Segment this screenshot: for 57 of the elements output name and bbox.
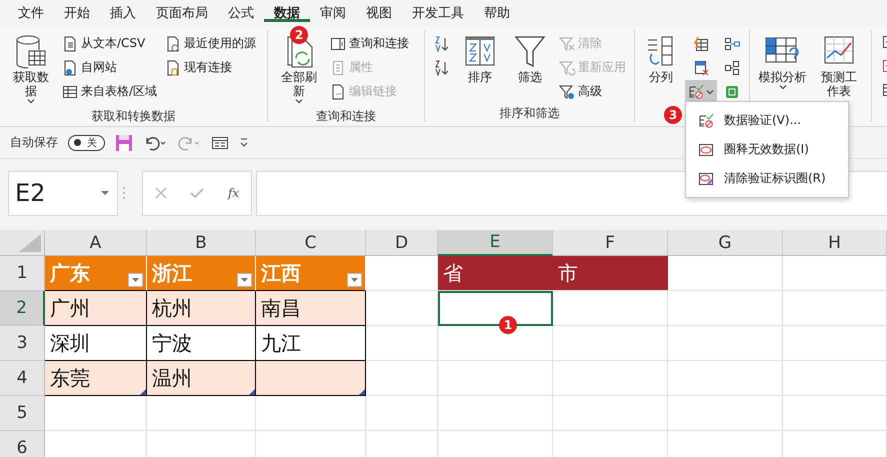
ribbon-tab[interactable]: 审阅 — [310, 0, 356, 22]
header-cell: 广东 — [45, 256, 147, 291]
header-cell: 江西 — [256, 256, 366, 291]
table-cell: 杭州 — [147, 291, 256, 326]
ribbon-button[interactable]: 最近使用的源 — [163, 32, 258, 55]
row-header[interactable]: 3 — [0, 326, 45, 361]
ribbon-tab[interactable]: 数据 — [264, 0, 310, 22]
row-header[interactable]: 4 — [0, 361, 45, 396]
table-cell: 深圳 — [45, 326, 147, 361]
insert-function-button[interactable]: fx — [228, 186, 240, 200]
table-cell: 九江 — [256, 326, 366, 361]
column-header[interactable]: H — [783, 230, 887, 256]
menu-item[interactable]: 圈释无效数据(I) — [686, 135, 848, 164]
table-cell: 广州 — [45, 291, 147, 326]
header-cell: 浙江 — [147, 256, 256, 291]
group-label: 排序和筛选 — [500, 105, 560, 122]
column-header[interactable]: F — [553, 230, 668, 256]
column-header[interactable]: A — [45, 230, 147, 256]
table-cell: 南昌 — [256, 291, 366, 326]
menu-item[interactable]: 数据验证(V)... — [686, 106, 848, 135]
group-label: 获取和转换数据 — [92, 108, 176, 125]
ribbon-button[interactable]: 获取数据 — [6, 32, 56, 106]
ribbon-tab[interactable]: 帮助 — [474, 0, 520, 22]
ribbon-button[interactable]: 排序 — [457, 32, 503, 103]
name-box[interactable]: E2 — [8, 170, 118, 216]
ribbon-button[interactable]: 来自表格/区域 — [60, 80, 160, 103]
row-header[interactable]: 1 — [0, 256, 45, 291]
header-cell: 市 — [553, 256, 668, 291]
autosave-label: 自动保存 — [10, 134, 58, 151]
column-header[interactable]: E — [438, 230, 553, 256]
ribbon-button[interactable]: 从文本/CSV — [60, 32, 160, 55]
ribbon-tab[interactable]: 公式 — [218, 0, 264, 22]
ribbon-tab[interactable]: 插入 — [100, 0, 146, 22]
autosave-toggle[interactable]: 关 — [68, 134, 105, 150]
menu-item[interactable]: 清除验证标识圈(R) — [686, 164, 848, 193]
column-header[interactable]: C — [256, 230, 366, 256]
ribbon-tab[interactable]: 文件 — [8, 0, 54, 22]
row-header[interactable]: 2 — [0, 291, 45, 326]
column-header[interactable]: B — [147, 230, 256, 256]
ribbon-tab[interactable]: 开发工具 — [402, 0, 474, 22]
ribbon-tab[interactable]: 开始 — [54, 0, 100, 22]
header-cell: 省 — [438, 256, 553, 291]
ribbon-button[interactable]: 筛选 — [507, 32, 553, 103]
column-header[interactable]: G — [668, 230, 783, 256]
table-cell: 宁波 — [147, 326, 256, 361]
column-header[interactable]: D — [366, 230, 438, 256]
table-cell: 温州 — [147, 361, 256, 396]
ribbon-button[interactable]: 现有连接 — [163, 56, 258, 79]
row-header[interactable]: 5 — [0, 396, 45, 431]
ribbon-tab[interactable]: 视图 — [356, 0, 402, 22]
ribbon-button[interactable]: 自网站 — [60, 56, 160, 79]
ribbon-button[interactable]: 查询和连接 — [328, 32, 411, 55]
ribbon-tab[interactable]: 页面布局 — [146, 0, 218, 22]
row-header[interactable]: 6 — [0, 431, 45, 457]
group-label: 查询和连接 — [316, 108, 376, 125]
table-cell: 东莞 — [45, 361, 147, 396]
ribbon-button[interactable]: 高级 — [557, 80, 628, 103]
